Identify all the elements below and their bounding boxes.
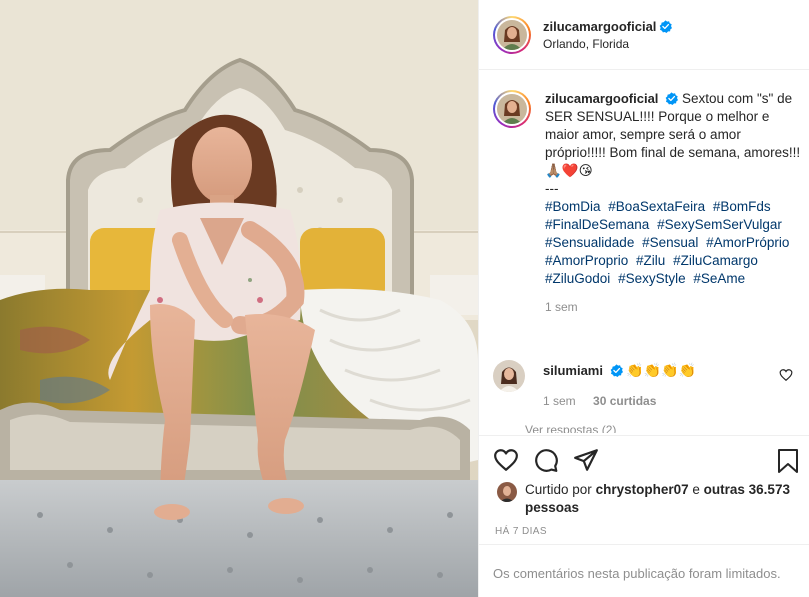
- commenter-username[interactable]: silumiami: [543, 363, 603, 378]
- heart-outline-icon: [494, 449, 518, 471]
- hashtag-link[interactable]: #SexyStyle: [618, 271, 686, 286]
- comment-bubble-icon: [535, 449, 558, 472]
- post-photo[interactable]: [0, 0, 478, 597]
- author-username[interactable]: zilucamargooficial: [543, 19, 656, 34]
- hashtag-link[interactable]: #BomFds: [713, 199, 771, 214]
- caption-time[interactable]: 1 sem: [545, 298, 801, 316]
- hashtag-link[interactable]: #BomDia: [545, 199, 601, 214]
- hashtag-link[interactable]: #ZiluCamargo: [673, 253, 758, 268]
- hashtag-link[interactable]: #Sensual: [642, 235, 698, 250]
- caption-avatar-image: [497, 94, 527, 124]
- liked-by-and: e: [692, 482, 700, 497]
- hashtag-link[interactable]: #SeAme: [693, 271, 745, 286]
- hashtag-link[interactable]: #AmorProprio: [545, 253, 628, 268]
- hashtag-link[interactable]: #FinalDeSemana: [545, 217, 649, 232]
- liked-by-prefix: Curtido por: [525, 482, 592, 497]
- save-button[interactable]: [776, 448, 800, 474]
- liked-by-user[interactable]: chrystopher07: [596, 482, 689, 497]
- caption-username[interactable]: zilucamargooficial: [545, 91, 658, 106]
- post-date[interactable]: HÁ 7 DIAS: [495, 526, 547, 537]
- share-button[interactable]: [573, 447, 599, 473]
- liked-by: Curtido por chrystopher07 e outras 36.57…: [497, 481, 797, 517]
- post-location[interactable]: Orlando, Florida: [543, 37, 672, 51]
- author-avatar[interactable]: [493, 15, 531, 54]
- comment-time[interactable]: 1 sem: [543, 394, 576, 408]
- hashtag-link[interactable]: #AmorPróprio: [706, 235, 789, 250]
- post-side-panel: zilucamargooficial Orlando, Florida zilu…: [478, 0, 809, 597]
- caption-text: Sextou com "s" de SER SENSUAL!!!! Porque…: [545, 91, 801, 196]
- author-avatar-image: [497, 19, 527, 50]
- commenter-avatar-image: [493, 360, 525, 392]
- caption-hashtags: #BomDia #BoaSextaFeira #BomFds #FinalDeS…: [545, 198, 801, 288]
- verified-badge-icon: [665, 92, 679, 105]
- liker-avatar[interactable]: [497, 482, 517, 502]
- post-header: zilucamargooficial Orlando, Florida: [479, 0, 809, 70]
- comment-likes[interactable]: 30 curtidas: [593, 394, 656, 408]
- comment-like-heart-icon[interactable]: [779, 368, 793, 382]
- post-actions: [479, 435, 809, 484]
- hashtag-link[interactable]: #ZiluGodoi: [545, 271, 610, 286]
- post-caption: zilucamargooficial Sextou com "s" de SER…: [493, 90, 803, 316]
- liker-avatar-image: [497, 482, 517, 502]
- comments-limited-notice: Os comentários nesta publicação foram li…: [479, 544, 809, 597]
- hashtag-link[interactable]: #Sensualidade: [545, 235, 634, 250]
- post-image: [0, 0, 478, 597]
- bookmark-icon: [778, 449, 798, 473]
- hashtag-link[interactable]: #SexySemSerVulgar: [657, 217, 782, 232]
- like-button[interactable]: [493, 447, 519, 473]
- caption-author-avatar[interactable]: [493, 90, 531, 128]
- hashtag-link[interactable]: #BoaSextaFeira: [608, 199, 705, 214]
- comment-button[interactable]: [533, 447, 559, 473]
- view-replies-link[interactable]: Ver respostas (2): [525, 423, 616, 433]
- hashtag-link[interactable]: #Zilu: [636, 253, 665, 268]
- verified-badge-icon: [660, 19, 673, 33]
- verified-badge-icon: [610, 364, 623, 377]
- instagram-post: zilucamargooficial Orlando, Florida zilu…: [0, 0, 809, 597]
- commenter-avatar[interactable]: [493, 360, 525, 392]
- comment: silumiami 👏👏👏👏 1 sem 30 curtidas: [493, 360, 803, 408]
- paper-plane-icon: [574, 449, 598, 471]
- comment-text: 👏👏👏👏: [626, 362, 696, 378]
